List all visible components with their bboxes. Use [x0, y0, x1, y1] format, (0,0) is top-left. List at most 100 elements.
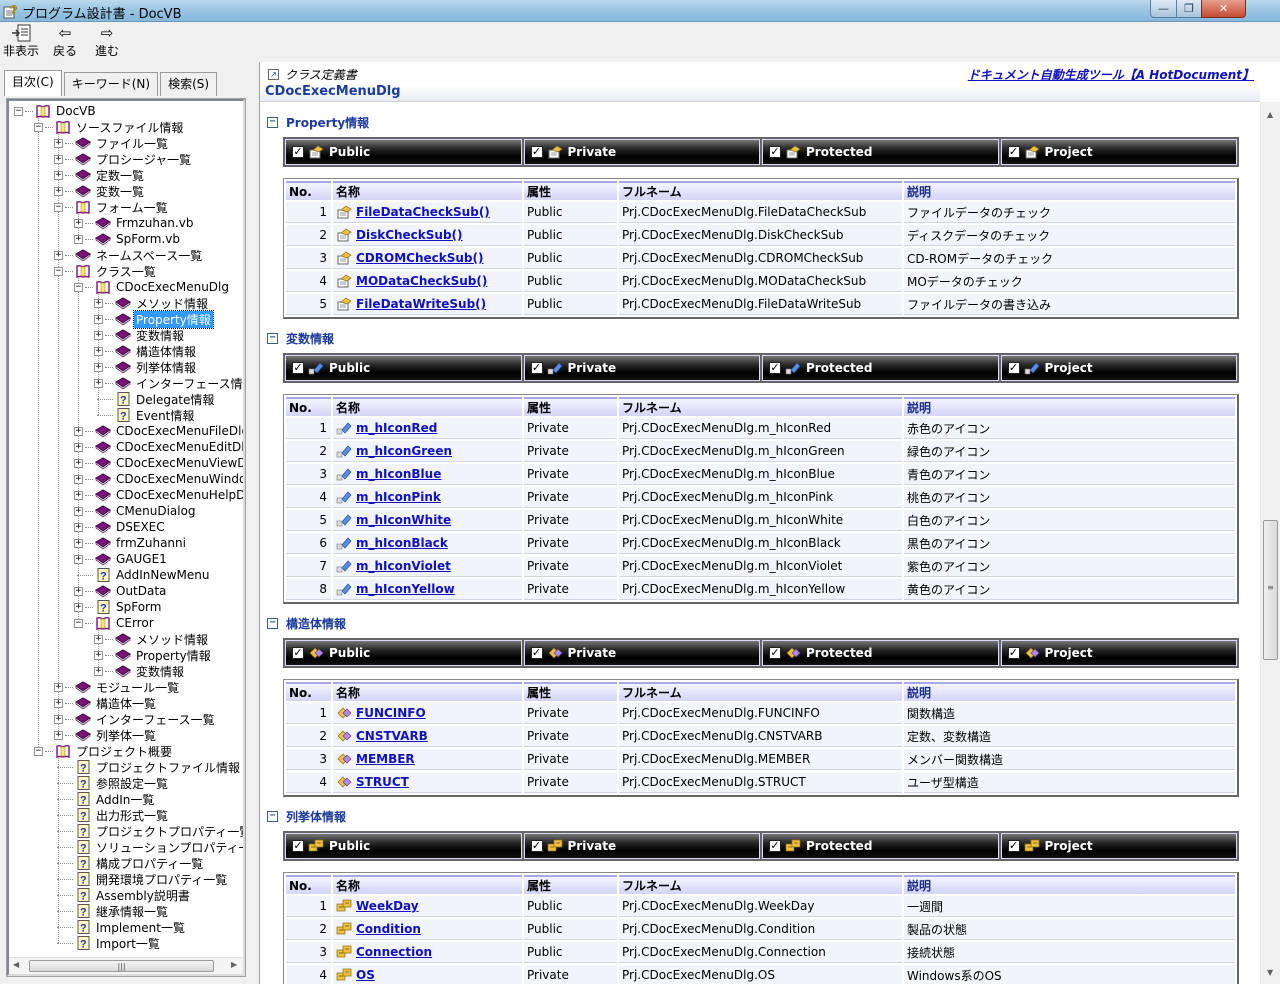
section-title[interactable]: − 変数情報 — [267, 330, 334, 347]
expand-icon[interactable]: + — [94, 650, 103, 660]
expand-icon[interactable]: + — [74, 538, 83, 548]
expand-icon[interactable]: + — [74, 554, 83, 564]
collapse-icon[interactable]: − — [34, 122, 43, 132]
checkbox-checked-icon[interactable]: ✓ — [769, 146, 781, 158]
tree-item[interactable]: + モジュール一覧 — [54, 679, 181, 695]
expand-icon[interactable]: + — [74, 458, 83, 468]
tree-item[interactable]: + メソッド情報 — [94, 631, 210, 647]
expand-icon[interactable]: + — [94, 346, 103, 356]
expand-icon[interactable]: + — [74, 586, 83, 596]
member-link[interactable]: STRUCT — [356, 775, 409, 789]
checkbox-checked-icon[interactable]: ✓ — [530, 840, 543, 852]
tree-item[interactable]: + CDocExecMenuWindow — [74, 471, 243, 487]
tree-item[interactable]: + Property情報 — [94, 647, 213, 663]
section-title[interactable]: − 構造体情報 — [267, 615, 346, 632]
tree-item[interactable]: + OutData — [74, 583, 168, 599]
filter-public[interactable]: ✓ Public — [285, 833, 522, 859]
expand-icon[interactable]: + — [54, 682, 63, 692]
expand-icon[interactable]: + — [94, 330, 103, 340]
checkbox-checked-icon[interactable]: ✓ — [530, 647, 543, 659]
tree-item[interactable]: ? 参照設定一覧 — [54, 775, 170, 791]
checkbox-checked-icon[interactable]: ✓ — [769, 362, 781, 374]
expand-icon[interactable]: + — [74, 218, 83, 228]
tree-item[interactable]: + CDocExecMenuEditDlg — [74, 439, 243, 455]
member-link[interactable]: FUNCINFO — [356, 706, 426, 720]
filter-public[interactable]: ✓ Public — [285, 139, 522, 165]
expand-icon[interactable]: + — [54, 730, 63, 740]
tab-contents[interactable]: 目次(C) — [4, 70, 62, 96]
expand-icon[interactable]: + — [74, 490, 83, 500]
tree-item[interactable]: + DSEXEC — [74, 519, 167, 535]
filter-protected[interactable]: ✓ Protected — [762, 355, 999, 381]
checkbox-checked-icon[interactable]: ✓ — [292, 146, 304, 158]
expand-icon[interactable]: + — [54, 154, 63, 164]
collapse-icon[interactable]: − — [267, 117, 278, 128]
tree-item[interactable]: + 列挙体一覧 — [54, 727, 158, 743]
tree-item[interactable]: + SpForm.vb — [74, 231, 182, 247]
tree-item[interactable]: + 変数情報 — [94, 327, 186, 343]
expand-icon[interactable]: + — [74, 506, 83, 516]
expand-icon[interactable]: + — [54, 138, 63, 148]
tree-item[interactable]: − プロジェクト概要 — [34, 743, 174, 759]
tree-item[interactable]: ? 継承情報一覧 — [54, 903, 170, 919]
expand-icon[interactable]: + — [94, 362, 103, 372]
back-button[interactable]: ⇦ 戻る — [53, 24, 77, 59]
tool-link[interactable]: ドキュメント自動生成ツール【A HotDocument】 — [968, 66, 1254, 83]
collapse-icon[interactable]: − — [74, 282, 83, 292]
forward-button[interactable]: ⇨ 進む — [95, 24, 119, 59]
member-link[interactable]: Condition — [356, 922, 421, 936]
tab-search[interactable]: 検索(S) — [160, 72, 218, 96]
tree-item[interactable]: + インターフェース一覧 — [54, 711, 217, 727]
member-link[interactable]: OS — [356, 968, 375, 982]
tree-item[interactable]: ? Delegate情報 — [94, 391, 216, 407]
tree-item[interactable]: ? ソリューションプロパティ一覧 — [54, 839, 243, 855]
member-link[interactable]: FileDataCheckSub() — [356, 205, 490, 219]
tree-item[interactable]: +? SpForm — [74, 599, 163, 615]
member-link[interactable]: WeekDay — [356, 899, 419, 913]
member-link[interactable]: m_hIconBlack — [356, 536, 448, 550]
horizontal-scroll-thumb[interactable]: ||| — [29, 960, 214, 972]
expand-icon[interactable]: + — [74, 426, 83, 436]
tree-item[interactable]: + CDocExecMenuFileDlg — [74, 423, 243, 439]
member-link[interactable]: m_hIconBlue — [356, 467, 441, 481]
tree-item[interactable]: + 構造体一覧 — [54, 695, 158, 711]
section-title[interactable]: − 列挙体情報 — [267, 808, 346, 825]
expand-icon[interactable]: + — [94, 298, 103, 308]
filter-project[interactable]: ✓ Project — [1000, 355, 1237, 381]
tree-item[interactable]: + frmZuhanni — [74, 535, 188, 551]
member-link[interactable]: MEMBER — [356, 752, 415, 766]
filter-project[interactable]: ✓ Project — [1000, 139, 1237, 165]
vertical-scrollbar[interactable]: ▲ ≡ ▼ — [1260, 102, 1280, 984]
checkbox-checked-icon[interactable]: ✓ — [292, 362, 304, 374]
expand-icon[interactable]: + — [94, 314, 103, 324]
checkbox-checked-icon[interactable]: ✓ — [530, 362, 543, 374]
tree-item[interactable]: + メソッド情報 — [94, 295, 210, 311]
tree-item[interactable]: ? Event情報 — [94, 407, 196, 423]
tree-item[interactable]: ? 開発環境プロパティ一覧 — [54, 871, 229, 887]
member-link[interactable]: m_hIconYellow — [356, 582, 455, 596]
member-link[interactable]: m_hIconViolet — [356, 559, 451, 573]
filter-private[interactable]: ✓ Private — [523, 355, 760, 381]
scroll-down-icon[interactable]: ▼ — [1267, 968, 1273, 977]
member-link[interactable]: m_hIconPink — [356, 490, 441, 504]
tree-item[interactable]: + 構造体情報 — [94, 343, 198, 359]
tree-item[interactable]: ? AddIn一覧 — [54, 791, 156, 807]
checkbox-checked-icon[interactable]: ✓ — [769, 840, 781, 852]
expand-icon[interactable]: + — [74, 522, 83, 532]
expand-icon[interactable]: + — [74, 602, 83, 612]
tree-item[interactable]: − CDocExecMenuDlg — [74, 279, 231, 295]
filter-protected[interactable]: ✓ Protected — [762, 139, 999, 165]
scroll-right-icon[interactable]: ▶ — [231, 960, 237, 969]
tree-item[interactable]: ? AddInNewMenu — [74, 567, 212, 583]
tree-item[interactable]: − DocVB — [14, 103, 98, 119]
filter-private[interactable]: ✓ Private — [523, 833, 760, 859]
checkbox-checked-icon[interactable]: ✓ — [769, 647, 781, 659]
checkbox-checked-icon[interactable]: ✓ — [1007, 647, 1020, 659]
filter-project[interactable]: ✓ Project — [1000, 833, 1237, 859]
tree-item[interactable]: + CDocExecMenuHelpDlg — [74, 487, 243, 503]
horizontal-scrollbar[interactable]: ◀ ||| ▶ — [9, 957, 243, 974]
member-link[interactable]: FileDataWriteSub() — [356, 297, 486, 311]
expand-icon[interactable]: + — [54, 186, 63, 196]
tree-item[interactable]: − ソースファイル情報 — [34, 119, 185, 135]
member-link[interactable]: m_hIconWhite — [356, 513, 451, 527]
